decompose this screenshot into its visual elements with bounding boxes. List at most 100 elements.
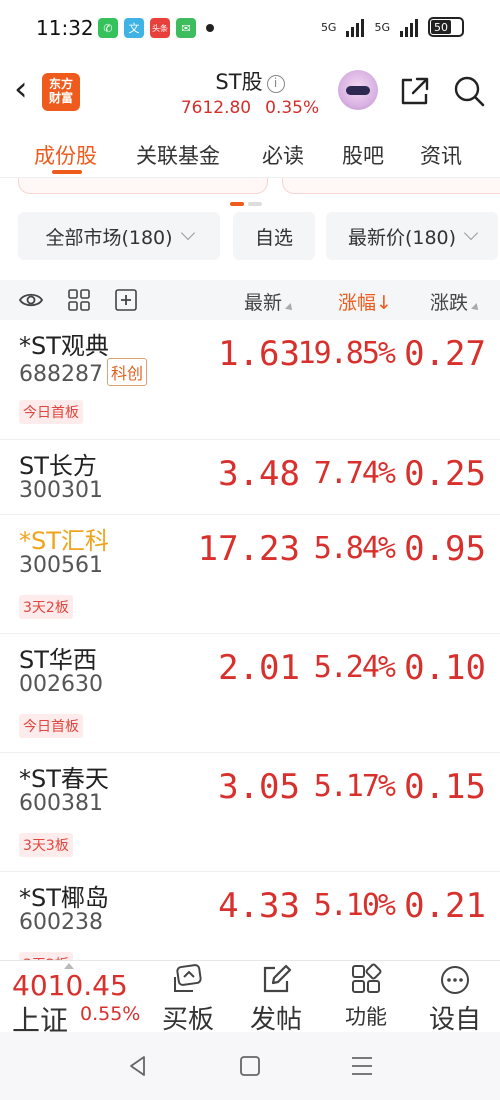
market-filter-label: 全部市场(180)	[45, 226, 173, 249]
system-navigation-bar	[0, 1032, 500, 1100]
stock-row[interactable]: *ST春天 600381 3天3板 3.05 5.17% 0.15	[0, 753, 500, 872]
index-change: 0.35%	[265, 98, 320, 118]
stock-name: *ST汇科	[19, 527, 109, 555]
carousel-card[interactable]	[282, 178, 500, 194]
stock-row[interactable]: *ST观典 688287 科创 今日首板 1.63 19.85% 0.27	[0, 320, 500, 440]
column-change[interactable]: 涨跌	[430, 288, 481, 315]
stock-code: 002630	[19, 672, 103, 697]
recents-menu-icon[interactable]	[348, 1052, 376, 1080]
battery-icon: 50	[428, 17, 464, 37]
add-icon[interactable]	[113, 288, 139, 312]
back-arrow-icon[interactable]: ‹	[14, 72, 28, 106]
share-icon[interactable]	[398, 74, 432, 108]
post-button[interactable]: 发帖	[241, 963, 311, 1032]
stock-code: 600238	[19, 910, 103, 935]
trade-button-label: 买板	[161, 1005, 214, 1032]
tab-bar: 成份股 关联基金 必读 股吧 资讯	[0, 128, 500, 178]
tab-news[interactable]: 资讯	[420, 140, 462, 170]
logo-line-2: 财富	[48, 91, 73, 105]
ticker-value: 4010.45	[12, 969, 128, 1002]
message-app-icon: ✉	[176, 18, 196, 38]
limit-up-tag: 今日首板	[19, 400, 83, 424]
bottom-toolbar: 4010.45 上证 0.55% 买板 发帖 功能 设自	[0, 960, 500, 1032]
battery-level: 50	[431, 20, 451, 34]
grid-view-icon[interactable]	[66, 288, 92, 312]
stock-code: 600381	[19, 791, 103, 816]
watchlist-filter-label: 自选	[254, 226, 293, 249]
page-title: ST股	[215, 70, 263, 94]
tab-related-funds[interactable]: 关联基金	[136, 140, 220, 170]
change-percent: 5.24%	[313, 650, 396, 685]
tab-forum[interactable]: 股吧	[342, 140, 384, 170]
logo-line-1: 东方	[48, 77, 73, 91]
stock-name: ST华西	[19, 646, 97, 674]
stock-row[interactable]: ST华西 002630 今日首板 2.01 5.24% 0.10	[0, 634, 500, 753]
change-percent: 19.85%	[297, 336, 396, 371]
sort-icon	[471, 303, 481, 313]
stock-code: 688287	[19, 362, 103, 387]
latest-price: 3.05	[218, 767, 300, 807]
market-filter-dropdown[interactable]: 全部市场(180)	[18, 212, 220, 260]
stock-code-line: 688287 科创	[19, 358, 147, 387]
stock-row[interactable]: *ST椰岛600238 3天2板 4.33 5.10%0.21	[0, 872, 500, 960]
more-button[interactable]: 设自	[420, 963, 490, 1032]
limit-up-tag: 3天2板	[19, 952, 73, 960]
stock-code-line: 300561	[19, 553, 103, 578]
assistant-avatar[interactable]	[338, 70, 378, 110]
info-icon[interactable]: i	[266, 75, 285, 93]
price-change: 0.95	[404, 529, 486, 569]
back-triangle-icon[interactable]	[124, 1052, 152, 1080]
board-badge: 科创	[106, 358, 147, 386]
stock-row[interactable]: ST长方 300301 3.48 7.74% 0.25	[0, 440, 500, 515]
stock-name: ST长方	[19, 452, 97, 480]
carousel-indicator	[230, 202, 262, 206]
stock-code-line: 002630	[19, 672, 103, 697]
card-carousel[interactable]	[0, 178, 500, 208]
filter-bar: 全部市场(180) 自选 最新价(180)	[0, 212, 500, 262]
limit-up-tag: 3天3板	[19, 833, 73, 857]
limit-up-tag: 今日首板	[19, 714, 83, 738]
more-icon	[441, 966, 469, 994]
change-percent: 7.74%	[313, 456, 396, 491]
stock-name: *ST春天	[19, 765, 109, 793]
network-label-1: 5G	[320, 20, 337, 34]
status-time: 11:32	[36, 16, 94, 40]
index-value: 7612.80	[180, 98, 252, 118]
search-icon[interactable]	[452, 74, 486, 108]
grid-icon	[352, 963, 382, 993]
column-change-pct[interactable]: 涨幅↓	[338, 288, 392, 315]
price-filter-dropdown[interactable]: 最新价(180)	[326, 212, 498, 260]
tab-constituents[interactable]: 成份股	[34, 140, 97, 170]
title-block[interactable]: ST股 i 7612.80 0.35%	[150, 66, 350, 118]
page-header: ‹ 东方 财富 ST股 i 7612.80 0.35%	[0, 62, 500, 124]
functions-button-label: 功能	[345, 1005, 387, 1029]
latest-price: 17.23	[197, 529, 300, 569]
signal-icon	[400, 17, 418, 37]
stock-name: *ST椰岛	[19, 884, 109, 912]
change-percent: 5.84%	[313, 531, 396, 566]
eye-icon[interactable]	[18, 288, 44, 312]
stock-code-line: 600238	[19, 910, 103, 935]
stock-row[interactable]: *ST汇科 300561 3天2板 17.23 5.84% 0.95	[0, 515, 500, 634]
carousel-card[interactable]	[18, 178, 268, 194]
stock-list: *ST观典 688287 科创 今日首板 1.63 19.85% 0.27 ST长方 30030…	[0, 320, 500, 960]
column-change-label: 涨跌	[430, 292, 469, 314]
tab-must-read[interactable]: 必读	[262, 140, 304, 170]
chevron-down-icon	[180, 225, 195, 241]
change-percent: 5.10%	[313, 888, 396, 923]
toutiao-app-icon: 头条	[150, 18, 170, 38]
more-button-label: 设自	[428, 1005, 481, 1032]
home-square-icon[interactable]	[236, 1052, 264, 1080]
watchlist-filter-button[interactable]: 自选	[233, 212, 315, 260]
column-latest[interactable]: 最新	[244, 288, 295, 315]
column-header: 最新 涨幅↓ 涨跌	[0, 280, 500, 320]
stock-code: 300301	[19, 478, 103, 503]
price-change: 0.25	[404, 454, 486, 494]
column-latest-label: 最新	[244, 292, 283, 314]
ticker-name: 上证	[12, 1004, 69, 1032]
app-logo[interactable]: 东方 财富	[42, 73, 80, 111]
latest-price: 2.01	[218, 648, 300, 688]
stock-code: 300561	[19, 553, 103, 578]
trade-button[interactable]: 买板	[153, 963, 223, 1032]
functions-button[interactable]: 功能	[331, 963, 401, 1031]
